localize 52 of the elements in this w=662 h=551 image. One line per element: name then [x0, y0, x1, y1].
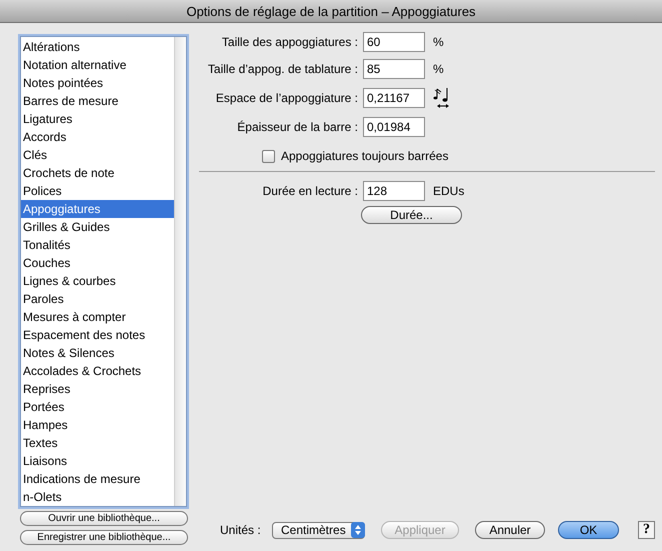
category-item[interactable]: Barres de mesure: [21, 92, 174, 110]
category-item[interactable]: Reprises: [21, 380, 174, 398]
category-item[interactable]: Indications de mesure: [21, 470, 174, 488]
field-label: Espace de l’appoggiature :: [214, 91, 358, 105]
unit-label: EDUs: [432, 184, 466, 198]
category-item[interactable]: Accords: [21, 128, 174, 146]
category-item[interactable]: Accolades & Crochets: [21, 362, 174, 380]
category-item[interactable]: Couches: [21, 254, 174, 272]
duration-button[interactable]: Durée...: [361, 206, 462, 224]
units-dropdown[interactable]: Centimètres: [272, 522, 365, 538]
category-item[interactable]: Mesures à compter: [21, 308, 174, 326]
field-label: Épaisseur de la barre :: [236, 120, 358, 134]
category-item[interactable]: Notation alternative: [21, 56, 174, 74]
category-item[interactable]: Paroles: [21, 290, 174, 308]
category-item[interactable]: Clés: [21, 146, 174, 164]
field-label: Taille des appoggiatures :: [220, 35, 358, 49]
category-item[interactable]: Portées: [21, 398, 174, 416]
category-item[interactable]: Notes & Silences: [21, 344, 174, 362]
category-item[interactable]: n-Olets: [21, 488, 174, 506]
category-item[interactable]: Textes: [21, 434, 174, 452]
input-field[interactable]: 85: [363, 59, 425, 79]
category-item[interactable]: Hampes: [21, 416, 174, 434]
field-label: Durée en lecture :: [262, 184, 358, 198]
category-item[interactable]: Appoggiatures: [21, 200, 174, 218]
category-item[interactable]: Polices: [21, 182, 174, 200]
input-field[interactable]: 60: [363, 32, 425, 52]
input-field[interactable]: 0,21167: [363, 88, 425, 108]
checkbox-label: Appoggiatures toujours barrées: [281, 149, 448, 163]
unit-label: %: [432, 35, 445, 49]
units-label: Unités :: [220, 523, 262, 537]
dialog-button[interactable]: Annuler: [475, 521, 545, 539]
field-label: Taille d’appog. de tablature :: [206, 62, 358, 76]
scrollbar[interactable]: [174, 37, 186, 506]
library-button[interactable]: Ouvrir une bibliothèque...: [20, 511, 188, 526]
category-item[interactable]: Grilles & Guides: [21, 218, 174, 236]
category-item[interactable]: Liaisons: [21, 452, 174, 470]
category-item[interactable]: Tonalités: [21, 236, 174, 254]
help-button[interactable]: ?: [638, 521, 655, 539]
category-item[interactable]: Espacement des notes: [21, 326, 174, 344]
category-item[interactable]: Altérations: [21, 38, 174, 56]
category-item[interactable]: Crochets de note: [21, 164, 174, 182]
category-item[interactable]: Lignes & courbes: [21, 272, 174, 290]
category-item[interactable]: Notes pointées: [21, 74, 174, 92]
input-field[interactable]: 0,01984: [363, 117, 425, 137]
category-item[interactable]: Ligatures: [21, 110, 174, 128]
unit-label: %: [432, 62, 445, 76]
library-button[interactable]: Enregistrer une bibliothèque...: [20, 530, 188, 545]
input-field[interactable]: 128: [363, 181, 425, 201]
dialog-button[interactable]: OK: [558, 521, 619, 539]
dropdown-arrows-icon: [351, 522, 365, 538]
window-title: Options de réglage de la partition – Appoggiatures: [186, 4, 476, 18]
checkbox[interactable]: [262, 150, 275, 162]
